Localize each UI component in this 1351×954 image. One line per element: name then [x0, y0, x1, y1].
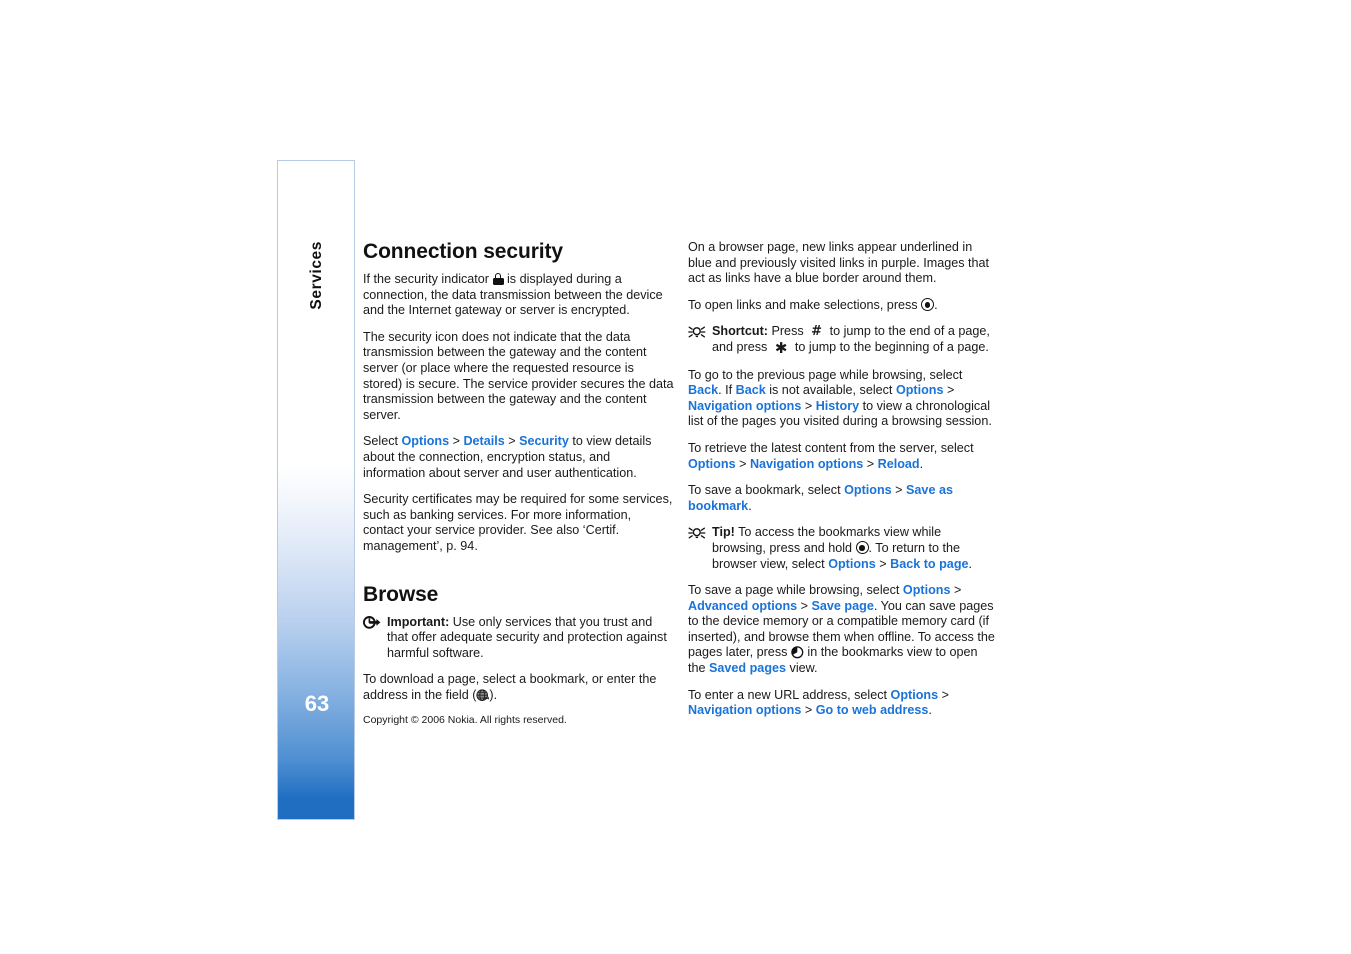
link-history[interactable]: History — [816, 399, 859, 413]
paragraph-open-links: To open links and make selections, press… — [688, 298, 996, 314]
separator: > — [504, 434, 520, 449]
link-reload[interactable]: Reload — [878, 457, 920, 471]
separator: > — [801, 703, 816, 718]
link-details[interactable]: Details — [463, 434, 504, 448]
separator: > — [735, 456, 750, 471]
text-run: To download a page, select a bookmark, o… — [363, 672, 657, 702]
separator: > — [891, 483, 907, 498]
chapter-sidebar-tab: Services 63 — [277, 160, 355, 820]
paragraph-security-icon-meaning: The security icon does not indicate that… — [363, 329, 674, 422]
separator: > — [938, 687, 949, 702]
link-options[interactable]: Options — [891, 688, 939, 702]
link-options[interactable]: Options — [903, 583, 951, 597]
link-go-to-web-address[interactable]: Go to web address — [816, 703, 929, 717]
text-run: . — [934, 297, 938, 312]
link-back-2[interactable]: Back — [736, 383, 766, 397]
paragraph-reload: To retrieve the latest content from the … — [688, 441, 996, 472]
link-back[interactable]: Back — [688, 383, 718, 397]
text-run: . — [928, 703, 932, 718]
text-run: If the security indicator — [363, 272, 493, 286]
page-number: 63 — [304, 691, 330, 716]
separator: > — [863, 456, 878, 471]
link-options[interactable]: Options — [402, 434, 450, 448]
link-navigation-options[interactable]: Navigation options — [750, 457, 863, 471]
text-run: . — [919, 456, 924, 471]
paragraph-save-bookmark: To save a bookmark, select Options > Sav… — [688, 483, 996, 514]
paragraph-go-to-web-address: To enter a new URL address, select Optio… — [688, 688, 996, 719]
text-run: ). — [489, 687, 498, 702]
text-run: . If — [718, 383, 736, 398]
manual-page: Services 63 Connection security If the s… — [0, 0, 1351, 954]
text-run: To save a page while browsing, select — [688, 583, 903, 598]
text-run: . — [968, 556, 973, 571]
copyright-footer: Copyright © 2006 Nokia. All rights reser… — [363, 714, 567, 726]
text-run: view. — [786, 661, 818, 676]
important-arrow-icon — [362, 615, 383, 630]
link-options[interactable]: Options — [896, 383, 944, 397]
link-navigation-options[interactable]: Navigation options — [688, 399, 801, 413]
paragraph-download-page: To download a page, select a bookmark, o… — [363, 672, 675, 703]
tip-bulb-icon — [688, 526, 708, 540]
text-run: Select — [363, 434, 402, 449]
link-options[interactable]: Options — [844, 483, 892, 497]
paragraph-browser-links: On a browser page, new links appear unde… — [688, 240, 990, 286]
text-run: is not available, select — [765, 383, 896, 398]
sidebar-chapter-label-text: Services — [308, 241, 325, 310]
link-saved-pages[interactable]: Saved pages — [709, 661, 786, 675]
paragraph-select-options-details-security: Select Options > Details > Security to v… — [363, 434, 675, 481]
hash-key-symbol: # — [811, 324, 823, 340]
heading-connection-security: Connection security — [363, 240, 563, 263]
link-back-to-page[interactable]: Back to page — [890, 557, 968, 571]
separator: > — [801, 398, 816, 413]
paragraph-security-certificates: Security certificates may be required fo… — [363, 492, 673, 553]
separator: > — [875, 556, 891, 571]
shortcut-label: Shortcut: — [712, 324, 768, 339]
navi-key-icon — [921, 298, 935, 312]
tip-note: Tip! To access the bookmarks view while … — [688, 525, 996, 572]
text-run: . — [748, 498, 752, 513]
heading-browse: Browse — [363, 582, 439, 606]
important-note-body: Important: Use only services that you tr… — [387, 615, 675, 662]
tip-bulb-icon — [688, 325, 708, 339]
separator: > — [950, 583, 962, 598]
text-run: To save a bookmark, select — [688, 483, 845, 498]
link-security[interactable]: Security — [519, 434, 569, 448]
sidebar-chapter-label: Services — [278, 161, 356, 461]
text-run: To retrieve the latest content from the … — [688, 440, 974, 455]
separator: > — [797, 598, 812, 613]
paragraph-previous-page: To go to the previous page while browsin… — [688, 368, 996, 430]
star-key-symbol: ✱ — [774, 338, 788, 357]
important-label: Important: — [387, 614, 450, 629]
link-advanced-options[interactable]: Advanced options — [688, 599, 797, 613]
text-run: to jump to the beginning of a page. — [791, 339, 989, 354]
tip-note-body: Tip! To access the bookmarks view while … — [712, 525, 996, 572]
right-text-column: On a browser page, new links appear unde… — [688, 240, 996, 730]
globe-icon — [476, 689, 490, 702]
link-options[interactable]: Options — [688, 457, 736, 471]
tip-label: Tip! — [712, 525, 735, 540]
padlock-icon — [492, 273, 504, 285]
paragraph-security-indicator: If the security indicator is displayed d… — [363, 272, 675, 319]
text-run: To go to the previous page while browsin… — [688, 367, 963, 382]
text-run: To enter a new URL address, select — [688, 687, 891, 702]
separator: > — [449, 434, 464, 449]
link-save-page[interactable]: Save page — [812, 599, 874, 613]
shortcut-note-body: Shortcut: Press # to jump to the end of … — [712, 324, 996, 356]
separator: > — [943, 383, 955, 398]
text-run: To open links and make selections, press — [688, 297, 922, 312]
scroll-left-key-icon — [791, 646, 804, 659]
text-run: Press — [767, 324, 808, 339]
shortcut-note: Shortcut: Press # to jump to the end of … — [688, 324, 996, 356]
link-navigation-options[interactable]: Navigation options — [688, 703, 801, 717]
paragraph-save-page: To save a page while browsing, select Op… — [688, 583, 996, 677]
link-options[interactable]: Options — [828, 557, 876, 571]
left-text-column: Connection security If the security indi… — [362, 240, 675, 714]
important-note: Important: Use only services that you tr… — [362, 615, 675, 662]
navi-key-icon — [855, 541, 869, 555]
